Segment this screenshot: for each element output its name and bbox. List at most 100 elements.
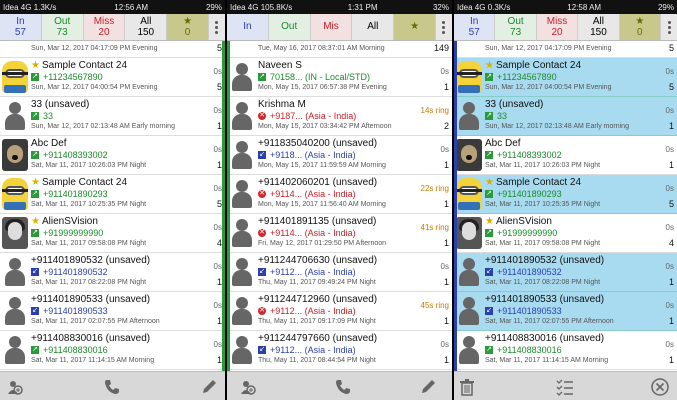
checklist-icon[interactable] bbox=[556, 378, 574, 396]
call-duration: 0s bbox=[665, 223, 674, 232]
call-row[interactable]: Naveen S ↗ 70158... (IN - Local/STD) Mon, M… bbox=[227, 58, 452, 97]
contact-avatar[interactable] bbox=[229, 217, 255, 249]
contact-avatar[interactable] bbox=[456, 256, 482, 288]
contact-avatar[interactable] bbox=[229, 178, 255, 210]
contact-name: Abc Def bbox=[31, 138, 67, 149]
list-edge-stripe bbox=[222, 41, 225, 371]
contact-avatar[interactable] bbox=[456, 217, 482, 249]
call-datetime: Sun, Mar 12, 2017 04:17:09 PM Evening bbox=[31, 45, 158, 52]
filter-contacts-icon[interactable] bbox=[6, 378, 24, 396]
tab-miss[interactable]: Miss 20 bbox=[536, 14, 579, 40]
tab-all[interactable]: All 150 bbox=[125, 14, 168, 40]
contact-name: Krishma M bbox=[258, 99, 306, 110]
phone-number: ↗ +91999999990 bbox=[485, 228, 557, 238]
contact-avatar[interactable] bbox=[229, 61, 255, 93]
contact-avatar[interactable] bbox=[2, 178, 28, 210]
tab-miss[interactable]: Miss 20 bbox=[83, 14, 126, 40]
call-row[interactable]: +911244712960 (unsaved) ✕ +9112... (Asia -… bbox=[227, 292, 452, 331]
contact-avatar[interactable] bbox=[2, 256, 28, 288]
call-row[interactable]: ★ AlienSVision ↗ +91999999990 Sat, Mar 11, 2… bbox=[0, 214, 225, 253]
contact-avatar[interactable] bbox=[2, 334, 28, 366]
edit-icon[interactable] bbox=[200, 378, 218, 396]
contact-avatar[interactable] bbox=[2, 295, 28, 327]
call-row[interactable]: +911401891135 (unsaved) ✕ +9114... (Asia -… bbox=[227, 214, 452, 253]
overflow-menu-icon[interactable] bbox=[661, 14, 677, 40]
call-row[interactable]: Krishma M ✕ +9187... (Asia - India) Mon, Ma… bbox=[227, 97, 452, 136]
call-row[interactable]: +911408830016 (unsaved) ↗ +911408830016 Sat… bbox=[0, 331, 225, 370]
call-row[interactable]: ★ Sample Contact 24 ↗ +11234567890 Sun, Mar … bbox=[0, 58, 225, 97]
tab-in[interactable]: In bbox=[227, 14, 269, 40]
tab-out[interactable]: Out 73 bbox=[41, 14, 84, 40]
contact-avatar[interactable] bbox=[229, 139, 255, 171]
call-duration: 0s bbox=[665, 67, 674, 76]
call-row[interactable]: +911244706630 (unsaved) ↙ +9112... (Asia -… bbox=[227, 253, 452, 292]
contact-avatar[interactable] bbox=[229, 334, 255, 366]
filter-contacts-icon[interactable] bbox=[239, 378, 257, 396]
call-row[interactable]: Sun, Mar 12, 2017 04:17:09 PM Evening 5 bbox=[454, 41, 677, 58]
contact-avatar[interactable] bbox=[229, 100, 255, 132]
phone-number: ↗ 70158... (IN - Local/STD) bbox=[258, 72, 370, 82]
call-count: 1 bbox=[668, 355, 674, 365]
incoming-call-icon: ↙ bbox=[31, 307, 39, 315]
overflow-menu-icon[interactable] bbox=[435, 14, 452, 40]
bottom-action-bar bbox=[0, 371, 225, 400]
call-row[interactable]: +911244797660 (unsaved) ↙ +9112... (Asia -… bbox=[227, 331, 452, 370]
phone-number-text: +911408393002 bbox=[497, 150, 562, 160]
tab-miss[interactable]: Mis bbox=[310, 14, 353, 40]
tab-count: 150 bbox=[590, 27, 607, 38]
contact-avatar[interactable] bbox=[229, 256, 255, 288]
phone-number-text: +11234567890 bbox=[43, 72, 103, 82]
tab-out[interactable]: Out 73 bbox=[495, 14, 537, 40]
contact-name: +911244797660 (unsaved) bbox=[258, 333, 377, 344]
contact-avatar[interactable] bbox=[229, 295, 255, 327]
contact-avatar[interactable] bbox=[456, 334, 482, 366]
tab-in[interactable]: In 57 bbox=[454, 14, 496, 40]
filter-tabs: In 57 Out 73 Miss 20 All 150 ★ 0 bbox=[454, 14, 677, 41]
tab-all[interactable]: All bbox=[352, 14, 395, 40]
call-row[interactable]: +911402060201 (unsaved) ✕ +9114... (Asia -… bbox=[227, 175, 452, 214]
call-row[interactable]: +911401890533 (unsaved) ↙ +911401890533 Sat… bbox=[0, 292, 225, 331]
tab-out[interactable]: Out bbox=[268, 14, 311, 40]
call-row[interactable]: Abc Def ↗ +911408393002 Sat, Mar 11, 2017 1… bbox=[0, 136, 225, 175]
contact-avatar[interactable] bbox=[456, 100, 482, 132]
call-row[interactable]: +911835040200 (unsaved) ↙ +9118... (Asia -… bbox=[227, 136, 452, 175]
call-row[interactable]: +911401890532 (unsaved) ↙ +911401890532 Sat… bbox=[454, 253, 677, 292]
call-count: 2 bbox=[443, 121, 449, 131]
phone-number-text: +911401890293 bbox=[497, 189, 562, 199]
contact-avatar[interactable] bbox=[456, 139, 482, 171]
call-row[interactable]: ★ AlienSVision ↗ +91999999990 Sat, Mar 11, 2… bbox=[454, 214, 677, 253]
call-datetime: Tue, May 16, 2017 08:37:01 AM Morning bbox=[258, 45, 385, 52]
contact-avatar[interactable] bbox=[2, 217, 28, 249]
contact-avatar[interactable] bbox=[2, 100, 28, 132]
tab-starred[interactable]: ★ 0 bbox=[619, 14, 662, 40]
contact-avatar[interactable] bbox=[456, 295, 482, 327]
tab-all[interactable]: All 150 bbox=[578, 14, 620, 40]
contact-avatar[interactable] bbox=[2, 139, 28, 171]
phone-number-text: +91999999990 bbox=[497, 228, 558, 238]
overflow-menu-icon[interactable] bbox=[208, 14, 225, 40]
close-icon[interactable] bbox=[651, 378, 669, 396]
phone-icon[interactable] bbox=[334, 378, 352, 396]
contact-avatar[interactable] bbox=[2, 61, 28, 93]
call-row[interactable]: Abc Def ↗ +911408393002 Sat, Mar 11, 2017 1… bbox=[454, 136, 677, 175]
contact-avatar[interactable] bbox=[456, 178, 482, 210]
call-row[interactable]: ★ Sample Contact 24 ↗ +11234567890 Sun, Mar … bbox=[454, 58, 677, 97]
trash-icon[interactable] bbox=[458, 378, 476, 396]
call-row[interactable]: ★ Sample Contact 24 ↗ +911401890293 Sat, Mar… bbox=[0, 175, 225, 214]
call-row[interactable]: +911401890532 (unsaved) ↙ +911401890532 Sat… bbox=[0, 253, 225, 292]
call-row[interactable]: +911401890533 (unsaved) ↙ +911401890533 Sat… bbox=[454, 292, 677, 331]
call-row[interactable]: +911408830016 (unsaved) ↗ +911408830016 Sat… bbox=[454, 331, 677, 370]
phone-icon[interactable] bbox=[103, 378, 121, 396]
edit-icon[interactable] bbox=[419, 378, 437, 396]
call-row[interactable]: 33 (unsaved) ↗ 33 Sun, Mar 12, 2017 02:13:4… bbox=[0, 97, 225, 136]
call-row[interactable]: Tue, May 16, 2017 08:37:01 AM Morning 149 bbox=[227, 41, 452, 58]
tab-in[interactable]: In 57 bbox=[0, 14, 42, 40]
call-duration: 0s bbox=[213, 340, 222, 349]
call-row[interactable]: Sun, Mar 12, 2017 04:17:09 PM Evening 5 bbox=[0, 41, 225, 58]
tab-starred[interactable]: ★ 0 bbox=[167, 14, 209, 40]
call-row[interactable]: ★ Sample Contact 24 ↗ +911401890293 Sat, Mar… bbox=[454, 175, 677, 214]
tab-starred[interactable]: ★ bbox=[394, 14, 436, 40]
star-icon: ★ bbox=[485, 216, 494, 227]
call-row[interactable]: 33 (unsaved) ↗ 33 Sun, Mar 12, 2017 02:13:4… bbox=[454, 97, 677, 136]
contact-avatar[interactable] bbox=[456, 61, 482, 93]
